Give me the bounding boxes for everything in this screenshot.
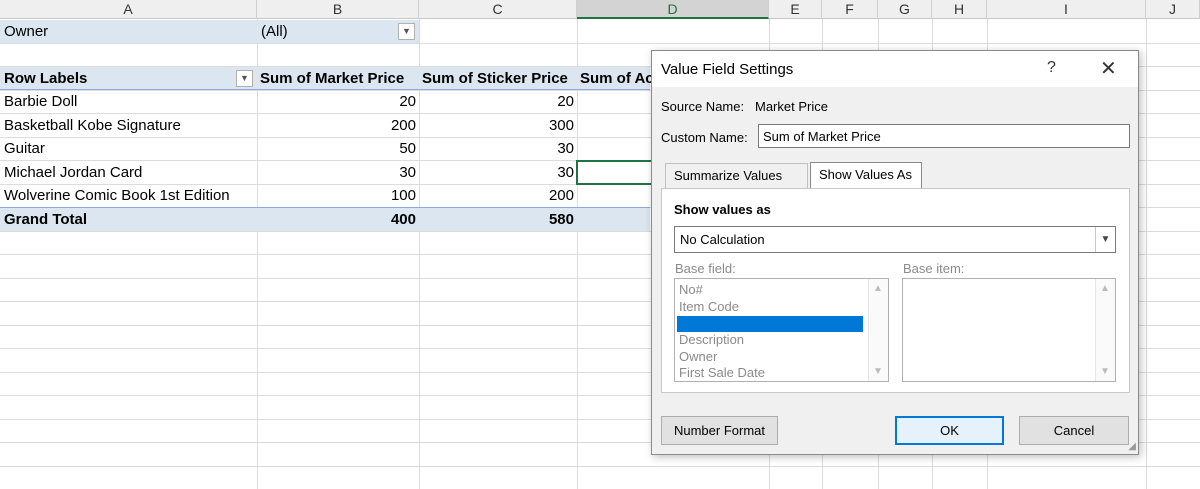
source-name-label: Source Name: xyxy=(661,99,745,114)
pivot-row-label[interactable]: Basketball Kobe Signature xyxy=(1,114,256,137)
ok-button[interactable]: OK xyxy=(895,416,1004,445)
column-header-a[interactable]: A xyxy=(0,0,257,19)
filter-value[interactable]: (All) xyxy=(258,20,398,43)
resize-grip-icon[interactable]: ◢ xyxy=(1128,441,1136,452)
pivot-header-market-price[interactable]: Sum of Market Price xyxy=(257,67,419,90)
column-header-j[interactable]: J xyxy=(1146,0,1200,19)
pivot-cell-sticker[interactable]: 20 xyxy=(419,90,577,113)
grand-total-label[interactable]: Grand Total xyxy=(1,208,256,231)
custom-name-input[interactable] xyxy=(758,124,1130,148)
pivot-cell-sticker[interactable]: 30 xyxy=(419,161,577,184)
column-header-g[interactable]: G xyxy=(878,0,932,19)
base-field-scrollbar[interactable]: ▲ ▼ xyxy=(868,279,888,381)
column-header-row: A B C D E F G H I J xyxy=(0,0,1200,19)
chevron-down-icon[interactable]: ▼ xyxy=(873,366,883,377)
base-item-scrollbar[interactable]: ▲ ▼ xyxy=(1095,279,1115,381)
filter-label: Owner xyxy=(4,23,49,40)
tab-summarize-values-by[interactable]: Summarize Values By xyxy=(665,163,808,207)
help-icon[interactable]: ? xyxy=(1047,59,1056,77)
pivot-cell-market[interactable]: 100 xyxy=(257,184,419,207)
pivot-row-label[interactable]: Wolverine Comic Book 1st Edition xyxy=(1,184,256,207)
chevron-down-icon: ▼ xyxy=(240,73,249,83)
close-icon[interactable]: ✕ xyxy=(1100,56,1117,81)
column-header-i[interactable]: I xyxy=(987,0,1146,19)
pivot-cell-market[interactable]: 20 xyxy=(257,90,419,113)
column-header-c[interactable]: C xyxy=(419,0,577,19)
dialog-title: Value Field Settings xyxy=(661,61,794,78)
show-values-as-label: Show values as xyxy=(674,202,771,217)
cancel-button[interactable]: Cancel xyxy=(1019,416,1129,445)
chevron-up-icon[interactable]: ▲ xyxy=(1100,283,1110,294)
list-item[interactable]: Owner xyxy=(677,349,863,365)
chevron-up-icon[interactable]: ▲ xyxy=(873,283,883,294)
pivot-cell-sticker[interactable]: 200 xyxy=(419,184,577,207)
base-item-list[interactable]: ▲ ▼ xyxy=(902,278,1116,382)
pivot-cell-market[interactable]: 30 xyxy=(257,161,419,184)
list-item-selected[interactable]: Item Name xyxy=(677,316,863,332)
number-format-button[interactable]: Number Format xyxy=(661,416,778,445)
column-header-d[interactable]: D xyxy=(577,0,769,19)
show-values-as-value: No Calculation xyxy=(680,232,765,247)
pivot-cell-sticker[interactable]: 300 xyxy=(419,114,577,137)
list-item[interactable]: Item Code xyxy=(677,299,863,315)
row-labels-filter-button[interactable]: ▼ xyxy=(236,70,253,87)
pivot-header-row-labels[interactable]: Row Labels xyxy=(1,67,231,90)
grand-total-market[interactable]: 400 xyxy=(257,208,419,231)
show-values-as-select[interactable]: No Calculation ▼ xyxy=(674,226,1116,253)
pivot-cell-sticker[interactable]: 30 xyxy=(419,137,577,160)
custom-name-label: Custom Name: xyxy=(661,130,748,145)
source-name-value: Market Price xyxy=(755,99,828,114)
pivot-row-label[interactable]: Barbie Doll xyxy=(1,90,256,113)
column-header-e[interactable]: E xyxy=(769,0,822,19)
base-field-list[interactable]: No# Item Code Item Name Description Owne… xyxy=(674,278,889,382)
base-item-label: Base item: xyxy=(903,261,965,276)
filter-dropdown-button[interactable]: ▼ xyxy=(398,23,415,40)
column-header-b[interactable]: B xyxy=(257,0,419,19)
pivot-header-actual[interactable]: Sum of Ac xyxy=(577,67,651,90)
column-header-h[interactable]: H xyxy=(932,0,987,19)
pivot-cell-market[interactable]: 200 xyxy=(257,114,419,137)
list-item[interactable]: First Sale Date xyxy=(677,365,863,381)
column-header-f[interactable]: F xyxy=(822,0,878,19)
grid-line xyxy=(0,43,1200,44)
chevron-down-icon[interactable]: ▼ xyxy=(1095,227,1115,252)
chevron-down-icon[interactable]: ▼ xyxy=(1100,366,1110,377)
pivot-cell-market[interactable]: 50 xyxy=(257,137,419,160)
base-field-label: Base field: xyxy=(675,261,736,276)
list-item[interactable]: No# xyxy=(677,282,863,298)
chevron-down-icon: ▼ xyxy=(402,26,411,36)
pivot-row-label[interactable]: Michael Jordan Card xyxy=(1,161,256,184)
tab-show-values-as[interactable]: Show Values As xyxy=(810,162,922,188)
pivot-header-sticker-price[interactable]: Sum of Sticker Price xyxy=(419,67,577,90)
value-field-settings-dialog: Value Field Settings ? ✕ Source Name: Ma… xyxy=(651,50,1139,455)
dialog-title-bar[interactable]: Value Field Settings ? ✕ xyxy=(652,51,1138,87)
grand-total-sticker[interactable]: 580 xyxy=(419,208,577,231)
list-item[interactable]: Description xyxy=(677,332,863,348)
pivot-row-label[interactable]: Guitar xyxy=(1,137,256,160)
active-cell-indicator[interactable] xyxy=(576,160,656,185)
grid-line xyxy=(0,466,1200,467)
